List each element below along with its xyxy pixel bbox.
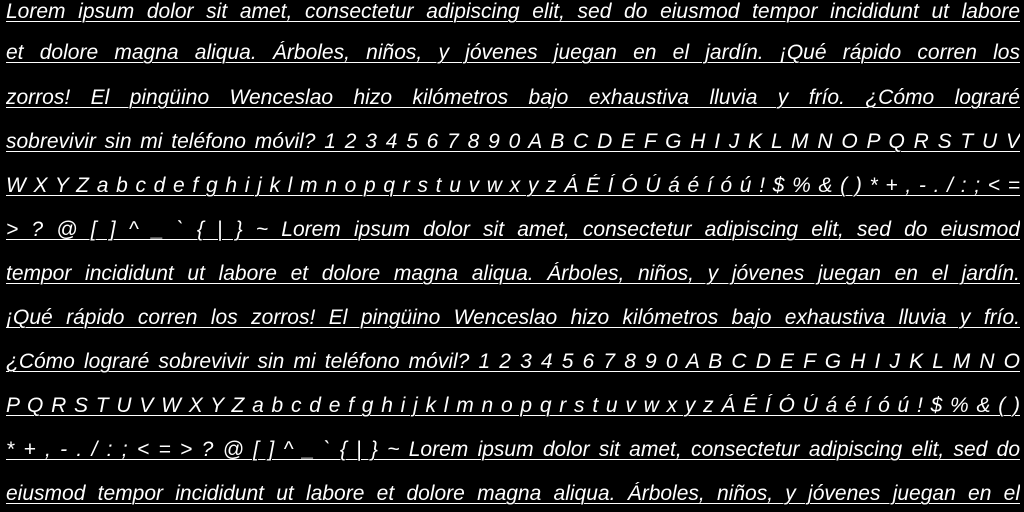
text-line-4: sobrevivir sin mi teléfono móvil? 1 2 3 … — [6, 130, 1020, 153]
text-line-7: tempor incididunt ut labore et dolore ma… — [6, 262, 1020, 285]
text-line-10: P Q R S T U V W X Y Z a b c d e f g h i … — [6, 394, 1020, 417]
text-line-9: ¿Cómo lograré sobrevivir sin mi teléfono… — [6, 350, 1020, 373]
text-line-5: W X Y Z a b c d e f g h i j k l m n o p … — [6, 174, 1020, 197]
document-page: Lorem ipsum dolor sit amet, consectetur … — [0, 0, 1024, 512]
text-line-1: Lorem ipsum dolor sit amet, consectetur … — [6, 0, 1020, 23]
text-line-6: > ? @ [ ] ^ _ ` { | } ~ Lorem ipsum dolo… — [6, 218, 1020, 241]
text-line-12: eiusmod tempor incididunt ut labore et d… — [6, 482, 1020, 505]
text-line-2: et dolore magna aliqua. Árboles, niños, … — [6, 41, 1020, 64]
text-line-3: zorros! El pingüino Wenceslao hizo kilóm… — [6, 86, 1020, 109]
text-line-11: * + , - . / : ; < = > ? @ [ ] ^ _ ` { | … — [6, 438, 1020, 461]
text-line-8: ¡Qué rápido corren los zorros! El pingüi… — [6, 306, 1020, 329]
